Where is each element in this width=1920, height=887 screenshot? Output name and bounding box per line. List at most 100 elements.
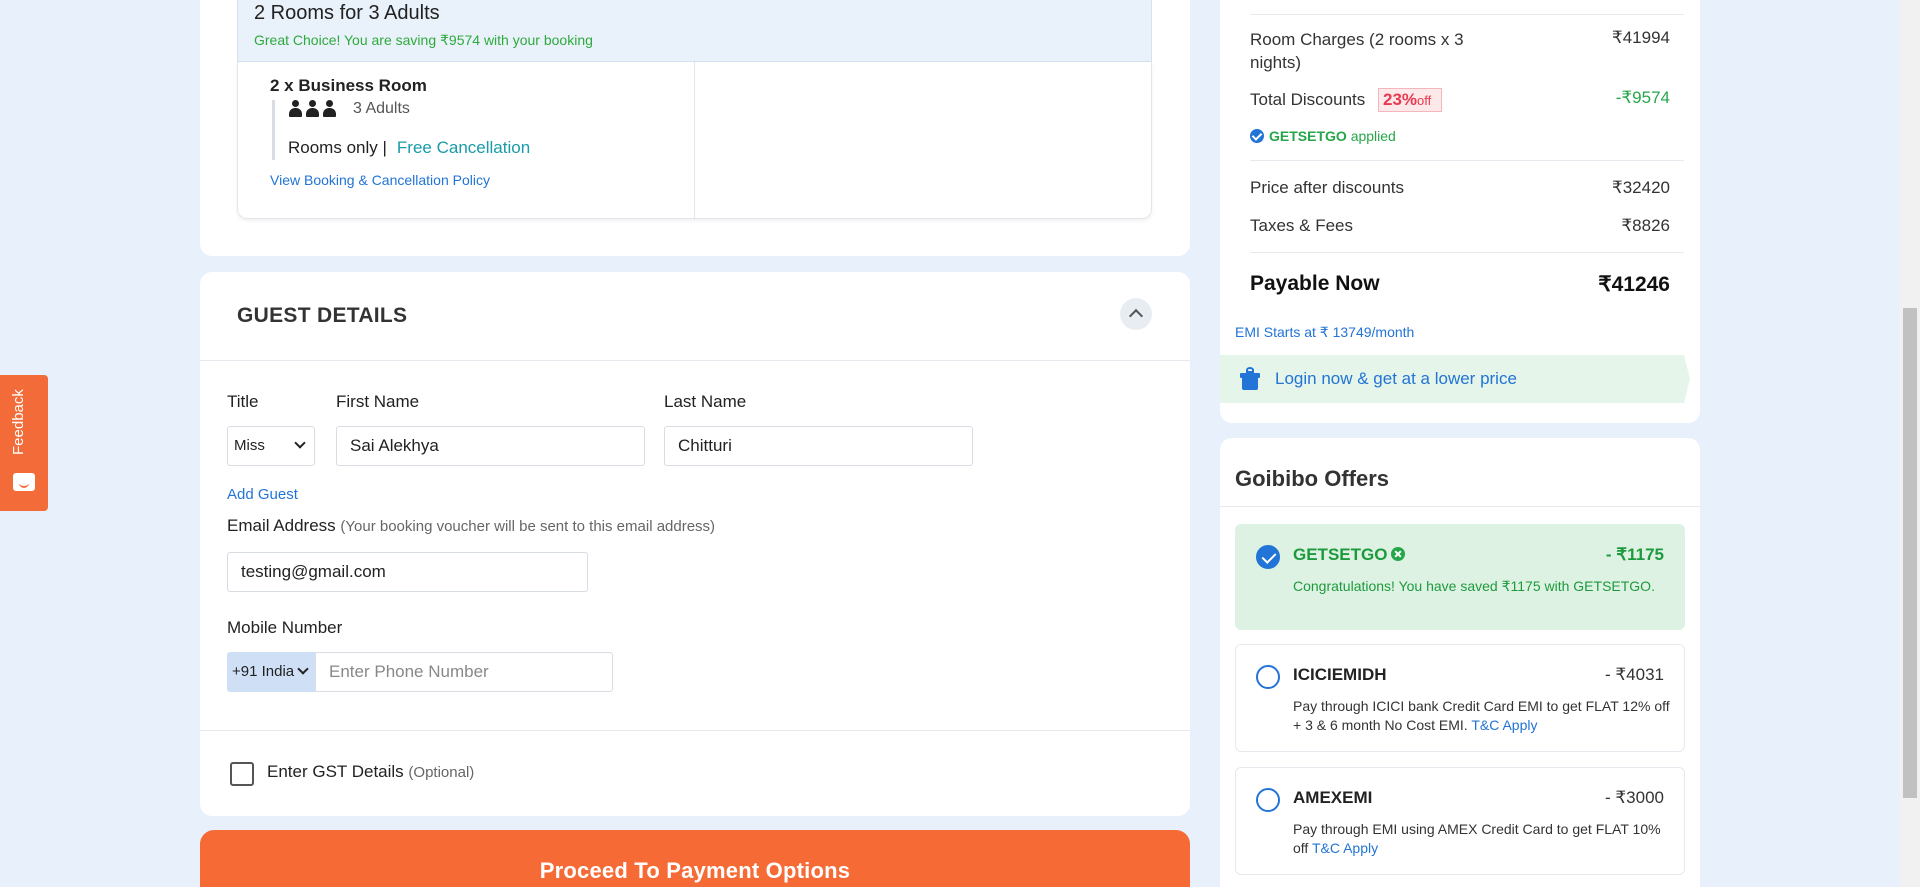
email-label-text: Email Address — [227, 516, 336, 535]
offer-description: Congratulations! You have saved ₹1175 wi… — [1293, 578, 1655, 594]
scrollbar-thumb[interactable] — [1903, 308, 1917, 798]
email-hint: (Your booking voucher will be sent to th… — [340, 518, 716, 535]
offers-title: Goibibo Offers — [1235, 466, 1389, 491]
email-label: Email Address (Your booking voucher will… — [227, 516, 715, 536]
chevron-down-icon — [297, 663, 309, 675]
offer-radio-checked[interactable] — [1256, 545, 1280, 569]
tnc-link[interactable]: T&C Apply — [1471, 717, 1537, 733]
remove-coupon-icon[interactable] — [1391, 547, 1406, 561]
offers-card: Goibibo Offers GETSETGO - ₹1175 Congratu… — [1220, 438, 1700, 887]
emi-link[interactable]: EMI Starts at ₹ 13749/month — [1235, 324, 1414, 341]
tnc-link[interactable]: T&C Apply — [1312, 840, 1378, 856]
total-discounts-value: -₹9574 — [1615, 88, 1670, 107]
person-icon — [288, 100, 302, 118]
offer-item[interactable]: AMEXEMI - ₹3000 Pay through EMI using AM… — [1235, 767, 1685, 875]
price-summary-card: Room Charges (2 rooms x 3 nights) ₹41994… — [1220, 0, 1700, 423]
feedback-tab[interactable]: Feedback — [0, 375, 48, 511]
email-field[interactable]: testing@gmail.com — [227, 552, 588, 592]
divider — [1250, 252, 1684, 253]
country-code-select[interactable]: +91 India — [227, 652, 315, 692]
gift-icon — [1238, 367, 1262, 391]
gst-label: Enter GST Details (Optional) — [267, 762, 474, 782]
check-circle-icon — [1250, 129, 1264, 143]
gst-label-text: Enter GST Details — [267, 762, 404, 781]
add-guest-link[interactable]: Add Guest — [227, 486, 298, 503]
offer-description: Pay through EMI using AMEX Credit Card t… — [1293, 820, 1673, 858]
guest-details-card: GUEST DETAILS Title First Name Last Name… — [200, 272, 1190, 816]
offer-code: ICICIEMIDH — [1293, 665, 1387, 684]
coupon-code: GETSETGO — [1269, 128, 1347, 144]
taxes-row: Taxes & Fees ₹8826 — [1250, 216, 1670, 236]
taxes-label: Taxes & Fees — [1250, 216, 1353, 235]
feedback-icon — [13, 473, 35, 491]
page-scrollbar[interactable] — [1900, 0, 1920, 887]
title-select-value: Miss — [234, 437, 265, 454]
discount-percent: 23% — [1383, 90, 1418, 109]
login-banner[interactable]: Login now & get at a lower price — [1220, 355, 1690, 403]
payable-row: Payable Now ₹41246 — [1250, 272, 1670, 296]
savings-message: Great Choice! You are saving ₹9574 with … — [254, 32, 593, 48]
room-charges-row: Room Charges (2 rooms x 3 nights) ₹41994 — [1250, 28, 1670, 74]
room-detail-divider — [272, 100, 275, 160]
room-count-heading: 2 Rooms for 3 Adults — [254, 2, 440, 24]
room-detail-column-divider — [694, 62, 695, 218]
offer-amount: - ₹4031 — [1604, 665, 1664, 684]
room-summary-card: 2 Rooms for 3 Adults Great Choice! You a… — [200, 0, 1190, 256]
first-name-field[interactable]: Sai Alekhya — [336, 426, 645, 466]
gst-checkbox[interactable] — [230, 762, 254, 786]
offer-description: Pay through ICICI bank Credit Card EMI t… — [1293, 697, 1673, 735]
offer-radio[interactable] — [1256, 788, 1280, 812]
offer-code: AMEXEMI — [1293, 788, 1373, 807]
gst-optional-hint: (Optional) — [408, 764, 475, 781]
adults-count: 3 Adults — [353, 100, 410, 117]
taxes-value: ₹8826 — [1621, 216, 1670, 235]
after-discount-label: Price after discounts — [1250, 178, 1405, 197]
coupon-applied: GETSETGO applied — [1250, 128, 1396, 144]
divider — [1250, 160, 1684, 161]
meal-plan: Rooms only | Free Cancellation — [288, 138, 530, 158]
after-discount-row: Price after discounts ₹32420 — [1250, 178, 1670, 198]
divider — [200, 360, 1190, 361]
first-name-label: First Name — [336, 392, 420, 411]
person-icon — [305, 100, 319, 118]
divider — [1250, 14, 1684, 15]
room-name: 2 x Business Room — [270, 76, 427, 95]
total-discounts-label: Total Discounts — [1250, 90, 1366, 109]
meal-plan-label: Rooms only | — [288, 138, 387, 157]
offer-amount: - ₹1175 — [1605, 545, 1664, 564]
payable-value: ₹41246 — [1598, 273, 1670, 296]
offer-radio[interactable] — [1256, 665, 1280, 689]
room-detail: 2 x Business Room 3 Adults Rooms only | F… — [237, 62, 1152, 219]
room-summary-header: 2 Rooms for 3 Adults Great Choice! You a… — [237, 0, 1152, 62]
coupon-applied-text: applied — [1350, 128, 1396, 144]
guest-details-title: GUEST DETAILS — [237, 304, 408, 327]
offer-item[interactable]: GETSETGO - ₹1175 Congratulations! You ha… — [1235, 524, 1685, 630]
login-banner-text: Login now & get at a lower price — [1275, 369, 1517, 388]
offer-amount: - ₹3000 — [1604, 788, 1664, 807]
discount-off: off — [1417, 93, 1432, 108]
occupancy: 3 Adults — [288, 100, 410, 118]
last-name-label: Last Name — [664, 392, 747, 411]
after-discount-value: ₹32420 — [1611, 178, 1670, 197]
offer-code: GETSETGO — [1293, 545, 1406, 565]
proceed-to-payment-button[interactable]: Proceed To Payment Options — [200, 830, 1190, 887]
title-label: Title — [227, 392, 259, 411]
collapse-button[interactable] — [1120, 298, 1152, 330]
title-select[interactable]: Miss — [227, 426, 315, 466]
discount-badge: 23%off — [1378, 88, 1443, 112]
room-charges-value: ₹41994 — [1611, 28, 1670, 47]
offer-item[interactable]: ICICIEMIDH - ₹4031 Pay through ICICI ban… — [1235, 644, 1685, 752]
free-cancellation-label: Free Cancellation — [396, 138, 531, 157]
offer-code-text: GETSETGO — [1293, 545, 1388, 564]
divider — [1220, 506, 1700, 507]
country-code-value: +91 India — [232, 663, 295, 680]
total-discounts-row: Total Discounts 23%off -₹9574 — [1250, 88, 1670, 112]
mobile-label: Mobile Number — [227, 618, 343, 637]
chevron-down-icon — [294, 437, 306, 449]
divider — [200, 730, 1190, 731]
person-icon — [322, 100, 336, 118]
last-name-field[interactable]: Chitturi — [664, 426, 973, 466]
feedback-label: Feedback — [10, 389, 27, 455]
phone-input[interactable]: Enter Phone Number — [315, 652, 613, 692]
cancellation-policy-link[interactable]: View Booking & Cancellation Policy — [270, 172, 490, 188]
